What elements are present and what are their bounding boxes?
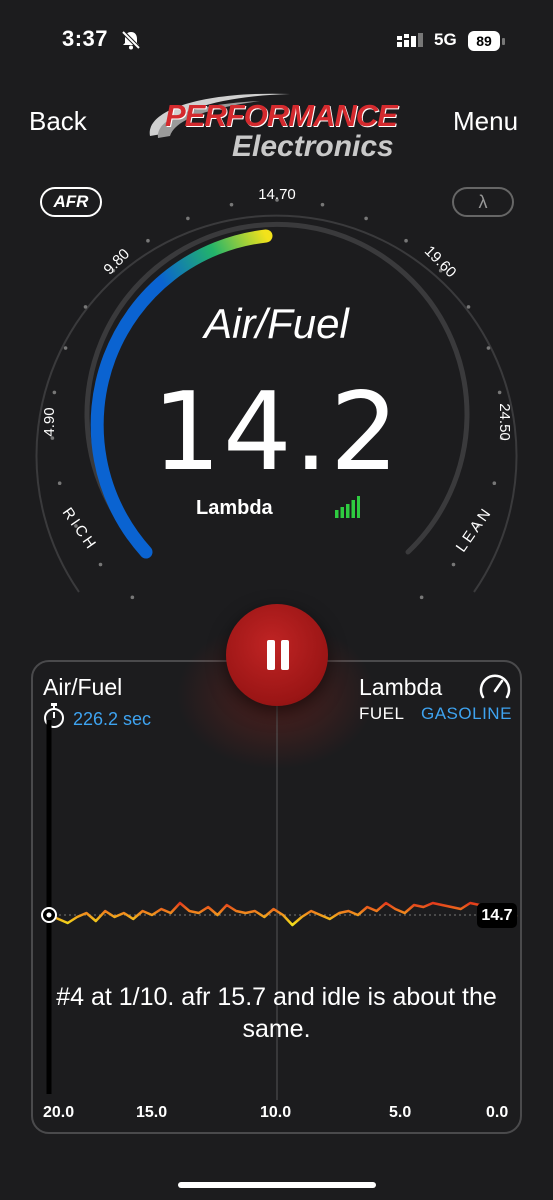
note-caption: #4 at 1/10. afr 15.7 and idle is about t… bbox=[56, 983, 497, 1043]
back-button[interactable]: Back bbox=[29, 106, 87, 137]
network-type: 5G bbox=[434, 30, 457, 49]
x-tick-label: 10.0 bbox=[260, 1104, 292, 1121]
sensor-signal-icon bbox=[335, 496, 360, 518]
gauge-tick-dot bbox=[98, 562, 103, 567]
x-tick-label: 0.0 bbox=[486, 1104, 509, 1121]
gauge-tick-label: 9.80 bbox=[100, 245, 133, 278]
menu-button[interactable]: Menu bbox=[453, 106, 518, 137]
gauge-tick-label: 19.60 bbox=[421, 243, 460, 282]
lean-label: LEAN bbox=[453, 504, 496, 556]
gauge-sublabel: Lambda bbox=[196, 497, 273, 519]
cellular-signal-icon bbox=[397, 33, 423, 47]
gauge-tick-dot bbox=[186, 216, 190, 221]
logo-line-2: Electronics bbox=[232, 130, 394, 163]
x-tick-label: 5.0 bbox=[389, 1104, 412, 1121]
performance-electronics-logo: PERFORMANCE Electronics bbox=[140, 86, 415, 166]
gauge-title: Air/Fuel bbox=[204, 300, 349, 347]
pause-button[interactable] bbox=[226, 604, 328, 706]
gauge-tick-dot bbox=[229, 202, 234, 207]
gauge-tick-dot bbox=[146, 238, 150, 243]
gauge-tick-dot bbox=[451, 562, 456, 567]
chart-title: Air/Fuel bbox=[43, 674, 123, 700]
pause-icon-bar-left bbox=[267, 640, 275, 670]
status-bar: 3:37 5G 89 bbox=[0, 0, 553, 80]
chart-mode: Lambda bbox=[359, 674, 443, 700]
gauge-icon[interactable] bbox=[478, 671, 512, 703]
gauge-value: 14.2 bbox=[152, 370, 401, 495]
lambda-unit-toggle[interactable]: λ bbox=[452, 187, 514, 217]
x-tick-label: 15.0 bbox=[136, 1104, 168, 1121]
fuel-type[interactable]: GASOLINE bbox=[421, 704, 512, 724]
gauge-tick-label: 14.70 bbox=[258, 186, 296, 203]
battery-icon: 89 bbox=[468, 31, 506, 51]
rich-label: RICH bbox=[59, 505, 101, 555]
afr-unit-toggle[interactable]: AFR bbox=[40, 187, 102, 217]
gauge-tick-dot bbox=[364, 216, 368, 221]
current-value-badge: 14.7 bbox=[477, 903, 517, 928]
fuel-label: FUEL bbox=[359, 704, 405, 723]
stopwatch-icon bbox=[44, 703, 64, 728]
pause-icon-bar-right bbox=[281, 640, 289, 670]
gauge-tick-dot bbox=[130, 595, 135, 600]
logo-line-1: PERFORMANCE bbox=[165, 98, 398, 133]
gauge-tick-dot bbox=[419, 595, 424, 600]
home-indicator[interactable] bbox=[178, 1182, 376, 1188]
gauge-tick-dot bbox=[404, 238, 408, 243]
elapsed-time: 226.2 sec bbox=[73, 709, 152, 729]
x-tick-label: 20.0 bbox=[43, 1104, 75, 1121]
gauge-tick-dot bbox=[320, 202, 325, 207]
bell-slash-icon bbox=[121, 30, 141, 50]
battery-level: 89 bbox=[468, 31, 500, 51]
status-time: 3:37 bbox=[62, 26, 109, 51]
